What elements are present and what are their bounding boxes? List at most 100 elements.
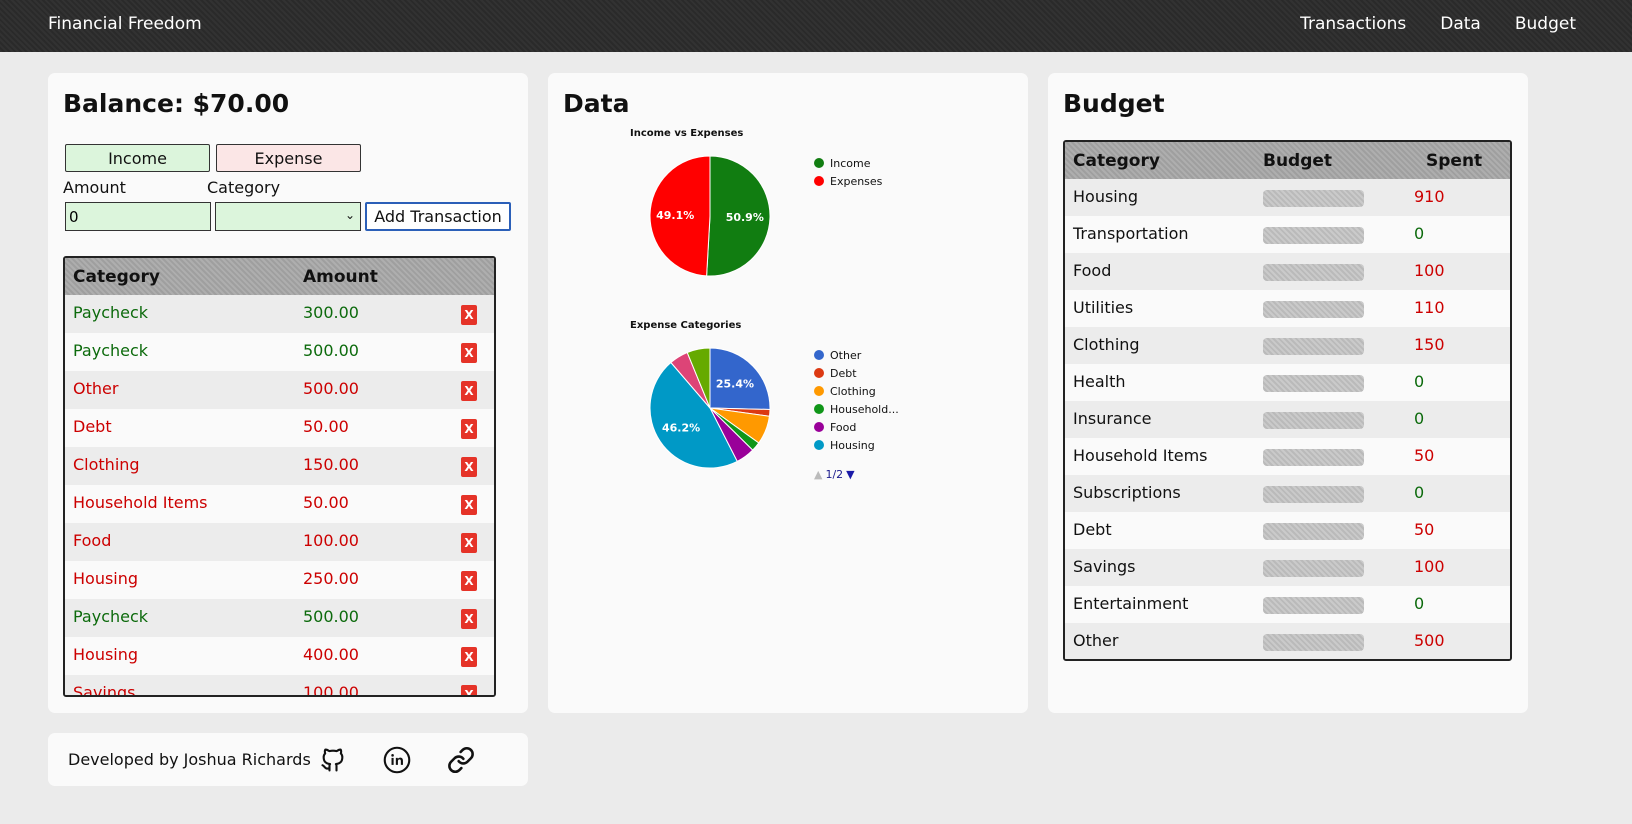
budget-amount-input[interactable] [1263,338,1364,355]
pager-up-icon[interactable]: ▲ [814,468,822,481]
delete-transaction-button[interactable]: X [461,495,477,515]
budget-spent: 110 [1414,298,1445,317]
table-row: Housing 250.00 X [65,561,494,599]
brand-title[interactable]: Financial Freedom [48,14,202,34]
legend-label: Income [830,156,871,170]
legend-swatch [814,158,824,168]
transaction-category: Housing [73,569,139,588]
top-navbar: Financial Freedom Transactions Data Budg… [0,0,1632,52]
delete-transaction-button[interactable]: X [461,685,477,695]
budget-amount-input[interactable] [1263,523,1364,540]
legend-item[interactable]: Housing [814,436,899,454]
linkedin-icon[interactable] [383,746,411,774]
delete-transaction-button[interactable]: X [461,647,477,667]
legend-label: Household... [830,402,899,416]
budget-spent: 500 [1414,631,1445,650]
legend-item[interactable]: Food [814,418,899,436]
transaction-category: Paycheck [73,607,149,626]
legend-swatch [814,440,824,450]
transaction-amount: 500.00 [303,379,359,398]
budget-amount-input[interactable] [1263,486,1364,503]
add-transaction-button[interactable]: Add Transaction [365,202,511,231]
nav-link-budget[interactable]: Budget [1515,14,1576,34]
table-row: Paycheck 500.00 X [65,333,494,371]
budget-title: Budget [1063,89,1165,118]
legend-label: Clothing [830,384,876,398]
budget-category: Utilities [1073,298,1134,317]
legend-label: Housing [830,438,875,452]
budget-category: Food [1073,261,1112,280]
nav-link-transactions[interactable]: Transactions [1300,14,1406,34]
delete-transaction-button[interactable]: X [461,457,477,477]
expense-toggle-button[interactable]: Expense [216,144,361,172]
delete-transaction-button[interactable]: X [461,571,477,591]
transaction-category: Other [73,379,119,398]
transaction-amount: 150.00 [303,455,359,474]
amount-label: Amount [63,178,126,197]
pager-down-icon[interactable]: ▼ [846,468,854,481]
table-row: Debt 50 [1065,512,1510,549]
data-card: Data Income vs Expenses 50.9% 49.1% Incom… [548,73,1028,713]
column-header-spent: Spent [1426,151,1483,171]
delete-transaction-button[interactable]: X [461,533,477,553]
budget-amount-input[interactable] [1263,560,1364,577]
budget-amount-input[interactable] [1263,597,1364,614]
budget-amount-input[interactable] [1263,375,1364,392]
budget-amount-input[interactable] [1263,449,1364,466]
delete-transaction-button[interactable]: X [461,305,477,325]
budget-amount-input[interactable] [1263,227,1364,244]
budget-amount-input[interactable] [1263,301,1364,318]
delete-transaction-button[interactable]: X [461,381,477,401]
legend-item[interactable]: Household... [814,400,899,418]
budget-table-header: Category Budget Spent [1065,142,1510,179]
delete-transaction-button[interactable]: X [461,609,477,629]
category-select[interactable]: ⌄ [215,202,361,231]
legend-item[interactable]: Debt [814,364,899,382]
budget-category: Insurance [1073,409,1152,428]
delete-transaction-button[interactable]: X [461,419,477,439]
legend-item[interactable]: Income [814,154,882,172]
table-row: Housing 400.00 X [65,637,494,675]
chart-title-expense-categories: Expense Categories [630,320,742,331]
budget-amount-input[interactable] [1263,264,1364,281]
delete-transaction-button[interactable]: X [461,343,477,363]
transaction-category: Paycheck [73,341,149,360]
category-label: Category [207,178,281,197]
transactions-table[interactable]: Category Amount Paycheck 300.00 X Paycheck 5… [63,256,496,697]
budget-category: Transportation [1073,224,1189,243]
table-row: Clothing 150.00 X [65,447,494,485]
column-header-budget: Budget [1263,151,1333,171]
github-icon[interactable] [319,746,347,774]
table-row: Savings 100 [1065,549,1510,586]
table-row: Food 100 [1065,253,1510,290]
transactions-card: Balance: $70.00 Income Expense Amount Ca… [48,73,528,713]
amount-input[interactable] [65,202,211,231]
income-toggle-button[interactable]: Income [65,144,210,172]
table-row: Paycheck 500.00 X [65,599,494,637]
legend-item[interactable]: Expenses [814,172,882,190]
budget-spent: 50 [1414,446,1435,465]
transaction-amount: 500.00 [303,341,359,360]
table-row: Other 500.00 X [65,371,494,409]
legend-pager: ▲ 1/2 ▼ [814,468,855,481]
transaction-category: Debt [73,417,112,436]
legend-item[interactable]: Clothing [814,382,899,400]
pager-label: 1/2 [825,468,844,481]
column-header-amount: Amount [303,267,378,287]
budget-spent: 910 [1414,187,1445,206]
balance-title: Balance: $70.00 [63,89,290,118]
pie-data-label: 50.9% [726,211,764,224]
budget-amount-input[interactable] [1263,412,1364,429]
budget-amount-input[interactable] [1263,634,1364,651]
legend-item[interactable]: Other [814,346,899,364]
legend-swatch [814,176,824,186]
link-icon[interactable] [447,746,475,774]
legend-swatch [814,350,824,360]
budget-spent: 150 [1414,335,1445,354]
budget-amount-input[interactable] [1263,190,1364,207]
budget-category: Subscriptions [1073,483,1181,502]
expense-categories-legend: Other Debt Clothing Household... Food Housing [814,346,899,454]
budget-category: Household Items [1073,446,1208,465]
pie-data-label: 25.4% [716,378,754,391]
nav-link-data[interactable]: Data [1440,14,1481,34]
